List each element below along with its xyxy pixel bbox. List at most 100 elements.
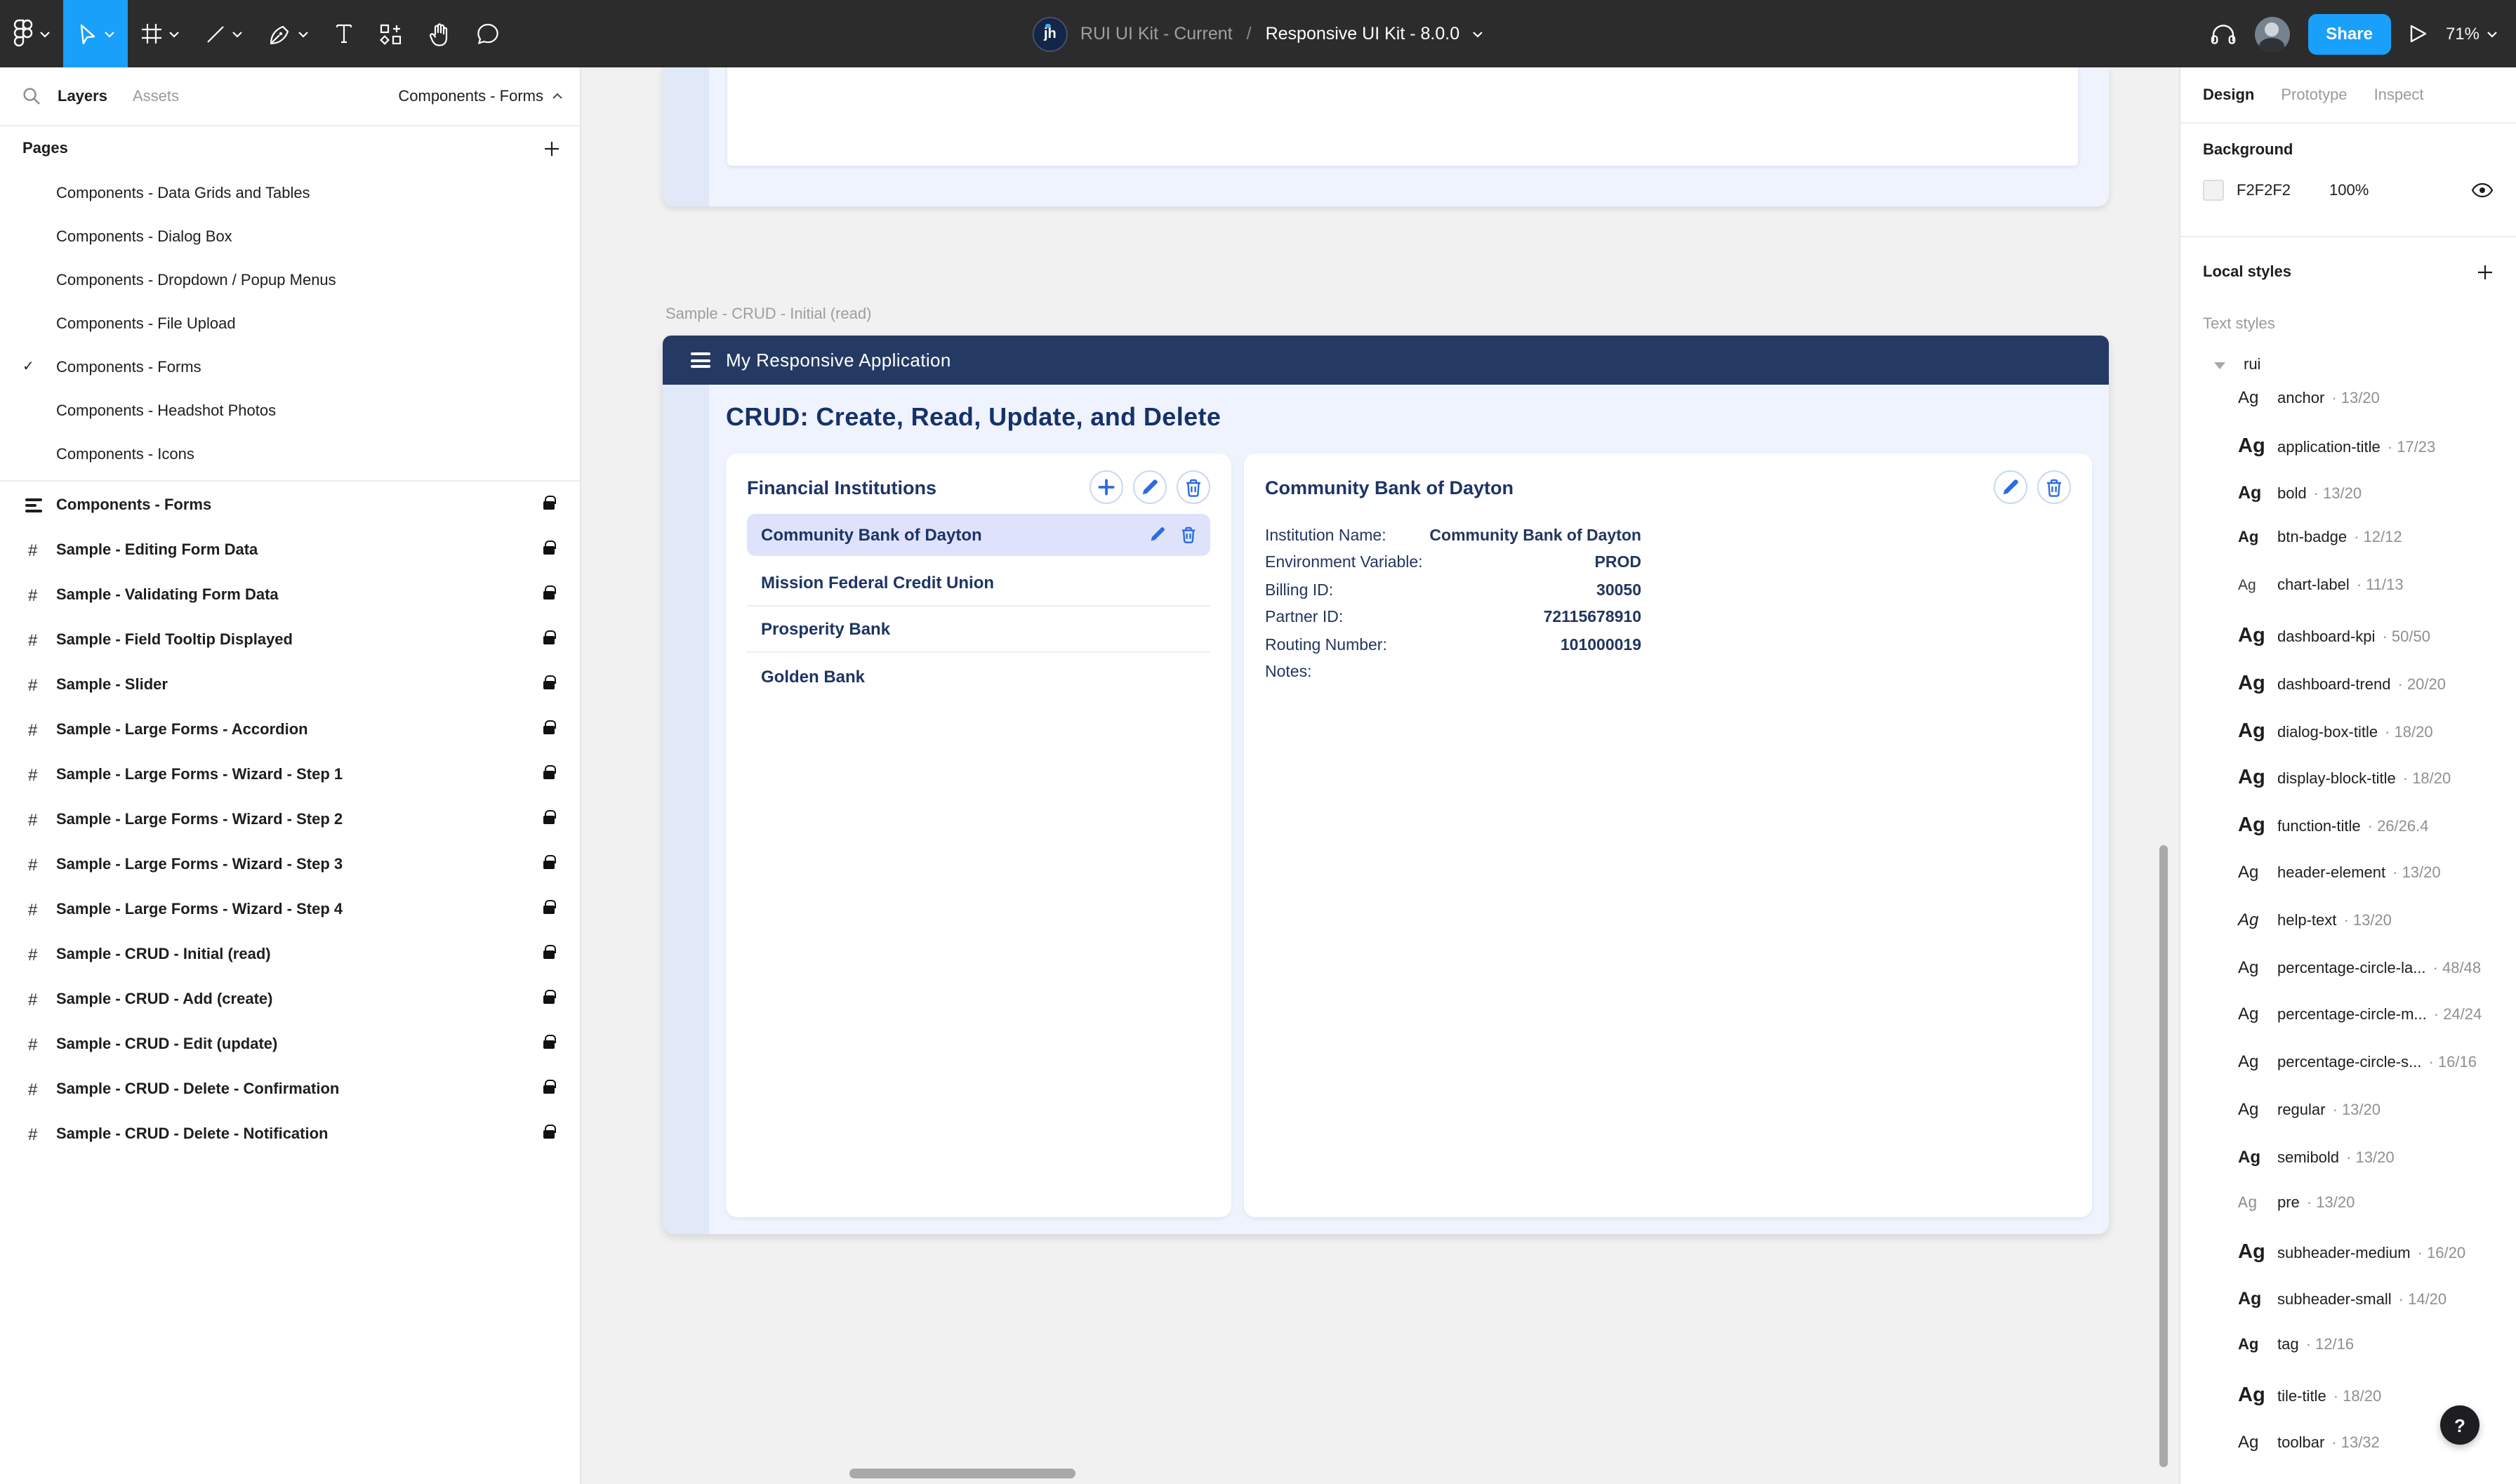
- layer-item[interactable]: # Sample - CRUD - Initial (read): [0, 932, 580, 977]
- resources-tool-button[interactable]: [366, 0, 416, 67]
- text-style-item[interactable]: Ag bold · 13/20: [2180, 482, 2516, 530]
- lock-icon[interactable]: [543, 726, 555, 734]
- hamburger-menu-icon[interactable]: [691, 352, 710, 368]
- layer-item[interactable]: # Sample - Large Forms - Accordion: [0, 708, 580, 753]
- layer-item[interactable]: # Sample - Validating Form Data: [0, 573, 580, 618]
- layer-item[interactable]: # Sample - Editing Form Data: [0, 528, 580, 573]
- text-style-item[interactable]: Ag subheader-small · 14/20: [2180, 1289, 2516, 1337]
- text-style-item[interactable]: Ag chart-label · 11/13: [2180, 577, 2516, 625]
- text-style-item[interactable]: Ag dashboard-kpi · 50/50: [2180, 625, 2516, 673]
- design-canvas[interactable]: Sample - CRUD - Initial (read) My Respon…: [581, 67, 2179, 1484]
- layer-item[interactable]: # Sample - Large Forms - Wizard - Step 1: [0, 753, 580, 797]
- main-menu-button[interactable]: [0, 0, 63, 67]
- institution-row[interactable]: Golden Bank: [747, 653, 1210, 699]
- lock-icon[interactable]: [543, 1130, 555, 1139]
- lock-icon[interactable]: [543, 1085, 555, 1094]
- page-item[interactable]: Components - Data Grids and Tables: [0, 171, 580, 215]
- color-swatch[interactable]: [2203, 180, 2224, 201]
- lock-icon[interactable]: [543, 950, 555, 959]
- zoom-menu[interactable]: 71%: [2446, 24, 2498, 44]
- shape-tool-button[interactable]: [192, 0, 256, 67]
- lock-icon[interactable]: [543, 501, 555, 509]
- delete-institution-button[interactable]: [1177, 470, 1210, 504]
- style-group-rui[interactable]: rui: [2180, 343, 2516, 387]
- partial-frame-above[interactable]: [663, 67, 2109, 206]
- vertical-scrollbar[interactable]: [2159, 845, 2168, 1467]
- text-tool-button[interactable]: [322, 0, 366, 67]
- crud-frame[interactable]: My Responsive Application CRUD: Create, …: [663, 336, 2109, 1234]
- layer-item[interactable]: # Sample - Slider: [0, 663, 580, 708]
- tab-inspect[interactable]: Inspect: [2374, 86, 2424, 103]
- page-item[interactable]: Components - Dialog Box: [0, 215, 580, 258]
- tab-design[interactable]: Design: [2203, 86, 2254, 103]
- layer-item[interactable]: # Sample - CRUD - Edit (update): [0, 1022, 580, 1067]
- add-style-button[interactable]: [2477, 263, 2494, 280]
- pen-tool-button[interactable]: [256, 0, 322, 67]
- text-style-item[interactable]: Ag btn-badge · 12/12: [2180, 530, 2516, 578]
- page-item[interactable]: ✓ Components - Forms: [0, 345, 580, 389]
- text-style-item[interactable]: Ag percentage-circle-m... · 24/24: [2180, 1005, 2516, 1052]
- lock-icon[interactable]: [543, 546, 555, 555]
- share-button[interactable]: Share: [2308, 13, 2391, 54]
- add-institution-button[interactable]: [1090, 470, 1123, 504]
- background-hex-field[interactable]: F2F2F2: [2237, 182, 2310, 199]
- lock-icon[interactable]: [543, 636, 555, 644]
- layer-item[interactable]: # Sample - Large Forms - Wizard - Step 4: [0, 887, 580, 932]
- text-style-item[interactable]: Ag application-title · 17/23: [2180, 435, 2516, 483]
- page-item[interactable]: Components - Icons: [0, 432, 580, 476]
- page-item[interactable]: Components - File Upload: [0, 302, 580, 345]
- layer-item[interactable]: # Sample - CRUD - Delete - Notification: [0, 1112, 580, 1157]
- institution-row[interactable]: Prosperity Bank: [747, 607, 1210, 653]
- text-style-item[interactable]: Ag header-element · 13/20: [2180, 862, 2516, 910]
- lock-icon[interactable]: [543, 816, 555, 824]
- user-avatar[interactable]: [2254, 16, 2289, 51]
- institution-row[interactable]: Community Bank of Dayton: [747, 514, 1210, 556]
- audio-headphones-icon[interactable]: [2209, 22, 2236, 46]
- file-name[interactable]: Responsive UI Kit - 8.0.0: [1266, 24, 1460, 44]
- page-item[interactable]: Components - Dropdown / Popup Menus: [0, 258, 580, 302]
- layer-item[interactable]: # Sample - Field Tooltip Displayed: [0, 618, 580, 663]
- text-style-item[interactable]: Ag semibold · 13/20: [2180, 1147, 2516, 1195]
- delete-record-button[interactable]: [2037, 470, 2071, 504]
- lock-icon[interactable]: [543, 591, 555, 599]
- lock-icon[interactable]: [543, 861, 555, 869]
- tab-assets[interactable]: Assets: [133, 88, 179, 105]
- lock-icon[interactable]: [543, 1040, 555, 1049]
- text-style-item[interactable]: Ag subheader-medium · 16/20: [2180, 1242, 2516, 1290]
- tab-layers[interactable]: Layers: [58, 88, 107, 105]
- move-tool-button[interactable]: [63, 0, 128, 67]
- lock-icon[interactable]: [543, 906, 555, 914]
- edit-institution-button[interactable]: [1133, 470, 1167, 504]
- delete-row-icon[interactable]: [1181, 526, 1196, 543]
- tab-prototype[interactable]: Prototype: [2281, 86, 2347, 103]
- lock-icon[interactable]: [543, 681, 555, 689]
- hand-tool-button[interactable]: [416, 0, 463, 67]
- text-style-item[interactable]: Ag pre · 13/20: [2180, 1194, 2516, 1242]
- horizontal-scrollbar[interactable]: [849, 1469, 1075, 1478]
- edit-row-icon[interactable]: [1150, 526, 1165, 543]
- text-style-item[interactable]: Ag anchor · 13/20: [2180, 387, 2516, 435]
- layers-section-header[interactable]: Components - Forms: [0, 482, 580, 528]
- text-style-item[interactable]: Ag dialog-box-title · 18/20: [2180, 720, 2516, 767]
- institution-row[interactable]: Mission Federal Credit Union: [747, 560, 1210, 607]
- add-page-button[interactable]: [543, 140, 560, 157]
- present-play-icon[interactable]: [2409, 24, 2428, 44]
- frame-tool-button[interactable]: [128, 0, 192, 67]
- chevron-down-icon[interactable]: [1472, 30, 1483, 37]
- search-icon[interactable]: [22, 87, 41, 105]
- frame-title-label[interactable]: Sample - CRUD - Initial (read): [666, 306, 871, 323]
- layer-item[interactable]: # Sample - CRUD - Delete - Confirmation: [0, 1067, 580, 1112]
- disclosure-triangle-icon[interactable]: [2214, 362, 2225, 369]
- lock-icon[interactable]: [543, 771, 555, 779]
- comment-tool-button[interactable]: [463, 0, 512, 67]
- layer-item[interactable]: # Sample - Large Forms - Wizard - Step 2: [0, 797, 580, 842]
- text-style-item[interactable]: Ag percentage-circle-la... · 48/48: [2180, 957, 2516, 1005]
- text-style-item[interactable]: Ag dashboard-trend · 20/20: [2180, 673, 2516, 720]
- help-button[interactable]: ?: [2440, 1405, 2479, 1445]
- text-style-item[interactable]: Ag display-block-title · 18/20: [2180, 767, 2516, 815]
- page-selector[interactable]: Components - Forms: [398, 88, 563, 105]
- text-style-item[interactable]: Ag tag · 12/16: [2180, 1337, 2516, 1384]
- layer-item[interactable]: # Sample - CRUD - Add (create): [0, 977, 580, 1022]
- text-style-item[interactable]: Ag regular · 13/20: [2180, 1099, 2516, 1147]
- text-style-item[interactable]: Ag function-title · 26/26.4: [2180, 814, 2516, 862]
